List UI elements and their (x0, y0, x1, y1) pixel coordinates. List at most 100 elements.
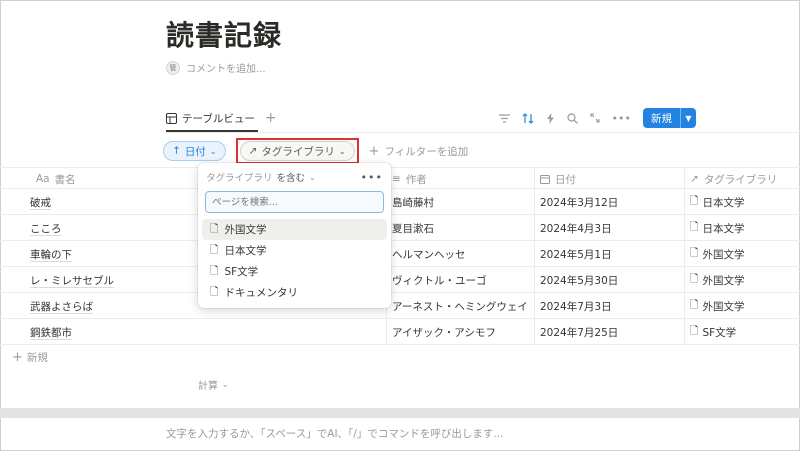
cell-author[interactable]: ヴィクトル・ユーゴ (386, 267, 487, 293)
search-icon[interactable] (566, 112, 578, 124)
column-label: 日付 (555, 173, 576, 186)
table-row[interactable]: 鋼鉄都市 アイザック・アシモフ 2024年7月25日 🗋 SF文学 (0, 319, 800, 345)
cell-date[interactable]: 2024年5月1日 (534, 241, 612, 267)
cell-date[interactable]: 2024年3月12日 (534, 189, 618, 215)
add-filter-button[interactable]: + フィルターを追加 (369, 144, 469, 159)
view-bar: テーブルビュー + ••• 新規 ▼ (166, 106, 696, 130)
filter-condition[interactable]: タグライブラリ を含む ⌄ ••• (206, 169, 383, 185)
page-icon: 🗋 (210, 222, 219, 235)
plus-icon: + (368, 143, 380, 159)
page-icon: 🗋 (210, 243, 219, 256)
filter-property: タグライブラリ (206, 173, 273, 184)
divider (166, 132, 800, 133)
table-body: 破戒 島崎藤村 2024年3月12日 🗋 日本文学 こころ 夏目漱石 2024年4… (0, 189, 800, 345)
cell-title[interactable]: 破戒 (24, 189, 51, 215)
chevron-down-icon: ⌄ (222, 380, 229, 389)
table-header: Aa 書名 ≡ 作者 日付 ↗ タグライブラリ (0, 167, 800, 189)
calculate-label: 計算 (198, 381, 218, 392)
new-button[interactable]: 新規 ▼ (643, 108, 696, 128)
table-row[interactable]: こころ 夏目漱石 2024年4月3日 🗋 日本文学 (0, 215, 800, 241)
tag-label: 外国文学 (702, 274, 745, 287)
column-label: 作者 (405, 173, 427, 186)
page-icon: 🗋 (210, 264, 219, 277)
page-icon: 🗋 (690, 195, 699, 207)
page-icon: 🗋 (690, 221, 699, 233)
tag-label: 日本文学 (702, 196, 745, 209)
column-header-tag[interactable]: ↗ タグライブラリ (684, 168, 800, 190)
table-icon (166, 112, 177, 124)
cell-tag[interactable]: 🗋 日本文学 (684, 215, 744, 241)
cell-title[interactable]: レ・ミレサセブル (24, 267, 114, 293)
calendar-icon (540, 174, 550, 184)
cell-date[interactable]: 2024年5月30日 (534, 267, 618, 293)
expand-icon[interactable] (589, 113, 600, 123)
tag-label: 外国文学 (702, 300, 745, 313)
chevron-down-icon[interactable]: ▼ (680, 108, 696, 128)
column-header-author[interactable]: ≡ 作者 (386, 168, 534, 190)
cell-title[interactable]: 車輪の下 (24, 241, 72, 267)
more-options-icon[interactable]: ••• (361, 171, 383, 184)
section-divider (0, 408, 800, 418)
page-title: 読書記録 (166, 19, 283, 52)
option-label: 日本文学 (224, 245, 267, 257)
table-row[interactable]: レ・ミレサセブル ヴィクトル・ユーゴ 2024年5月30日 🗋 外国文学 (0, 267, 800, 293)
cell-author[interactable]: 夏目漱石 (386, 215, 434, 241)
filter-icon[interactable] (498, 113, 510, 123)
option-documentary[interactable]: 🗋 ドキュメンタリ (202, 282, 387, 303)
tag-label: SF文学 (702, 326, 737, 339)
cell-tag[interactable]: 🗋 SF文学 (684, 319, 736, 345)
new-button-label: 新規 (651, 112, 672, 125)
chevron-down-icon: ⌄ (209, 146, 217, 156)
add-view-icon[interactable]: + (265, 110, 277, 126)
arrow-up-icon: ↑ (172, 145, 181, 157)
table-row[interactable]: 武器よさらば BREAKFAST at SOMEONE アーネスト・ヘミングウェ… (0, 293, 800, 319)
cell-title[interactable]: 鋼鉄都市 (24, 319, 72, 345)
cell-tag[interactable]: 🗋 外国文学 (684, 293, 744, 319)
option-japanese-literature[interactable]: 🗋 日本文学 (202, 240, 387, 261)
cell-date[interactable]: 2024年4月3日 (534, 215, 612, 241)
automation-lightning-icon[interactable] (546, 112, 555, 124)
table-row[interactable]: 車輪の下 ヘルマンヘッセ 2024年5月1日 🗋 外国文学 (0, 241, 800, 267)
option-label: ドキュメンタリ (224, 287, 298, 299)
cell-author[interactable]: アーネスト・ヘミングウェイ (386, 293, 528, 319)
cell-tag[interactable]: 🗋 外国文学 (684, 241, 744, 267)
column-label: タグライブラリ (703, 173, 778, 186)
tag-label: 外国文学 (702, 248, 745, 261)
arrow-up-right-icon: ↗ (248, 145, 258, 157)
tab-table-view[interactable]: テーブルビュー (166, 111, 255, 126)
cell-tag[interactable]: 🗋 日本文学 (684, 189, 744, 215)
more-options-icon[interactable]: ••• (612, 112, 631, 125)
toolbar: ••• 新規 ▼ (498, 108, 696, 128)
cell-title[interactable]: こころ (24, 215, 62, 241)
cell-date[interactable]: 2024年7月3日 (534, 293, 612, 319)
option-sf-literature[interactable]: 🗋 SF文学 (202, 261, 387, 282)
filter-operator: を含む (276, 173, 306, 184)
option-foreign-literature[interactable]: 🗋 外国文学 (202, 219, 387, 240)
editor-placeholder[interactable]: 文字を入力するか、「スペース」でAI、「/」でコマンドを呼び出します... (166, 426, 503, 441)
cell-author[interactable]: 島崎藤村 (386, 189, 434, 215)
table-row[interactable]: 破戒 島崎藤村 2024年3月12日 🗋 日本文学 (0, 189, 800, 215)
option-list: 🗋 外国文学 🗋 日本文学 🗋 SF文学 🗋 ドキュメンタリ (202, 219, 387, 303)
column-header-date[interactable]: 日付 (534, 168, 684, 190)
add-row-label: 新規 (26, 352, 48, 364)
filter-chip-tag-library[interactable]: ↗ タグライブラリ ⌄ (239, 141, 355, 161)
text-type-icon: Aa (36, 173, 50, 185)
sort-chip-date[interactable]: ↑ 日付 ⌄ (163, 141, 226, 161)
chip-label: 日付 (184, 145, 206, 158)
avatar: 管 (166, 60, 180, 75)
add-row-button[interactable]: + 新規 (12, 350, 48, 365)
cell-tag[interactable]: 🗋 外国文学 (684, 267, 744, 293)
cell-author[interactable]: ヘルマンヘッセ (386, 241, 466, 267)
sort-icon[interactable] (522, 112, 534, 124)
chevron-down-icon: ⌄ (309, 172, 316, 182)
add-comment[interactable]: 管 コメントを追加... (166, 60, 266, 75)
cell-author[interactable]: アイザック・アシモフ (386, 319, 496, 345)
page-search-input[interactable] (205, 191, 384, 213)
chip-label: タグライブラリ (261, 145, 335, 158)
calculate-button[interactable]: 計算 ⌄ (198, 377, 229, 392)
option-label: 外国文学 (224, 224, 267, 236)
list-icon: ≡ (392, 173, 401, 185)
cell-title[interactable]: 武器よさらば (24, 293, 93, 319)
comment-placeholder: コメントを追加... (186, 64, 266, 75)
cell-date[interactable]: 2024年7月25日 (534, 319, 618, 345)
